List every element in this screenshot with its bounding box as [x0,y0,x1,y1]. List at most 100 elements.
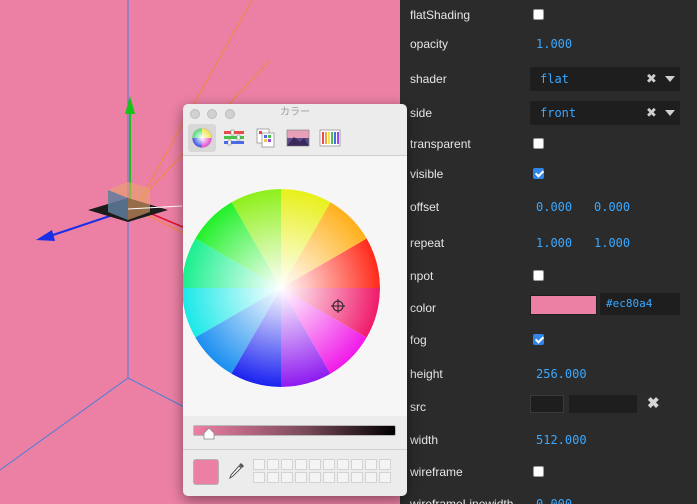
saved-swatch-slot[interactable] [281,472,293,483]
saved-swatch-slot[interactable] [379,472,391,483]
prop-row-height: height 256.000 [400,359,697,389]
color-picker-window: カラー [183,104,407,496]
saved-swatch-slot[interactable] [323,459,335,470]
visible-checkbox[interactable] [533,168,544,179]
saved-swatch-slot[interactable] [323,472,335,483]
prop-label-side: side [410,106,433,120]
color-swatch[interactable] [530,295,597,315]
color-sliders-mode-button[interactable] [220,124,248,152]
saved-swatch-slot[interactable] [365,459,377,470]
chevron-down-icon[interactable] [665,110,675,116]
prop-label-repeat: repeat [410,236,445,250]
side-selected-value: front [540,106,577,120]
saved-swatches-grid [253,459,391,483]
color-palettes-icon [256,128,275,148]
fog-checkbox[interactable] [533,334,544,345]
saved-swatch-slot[interactable] [309,459,321,470]
opacity-value-0[interactable]: 1.000 [536,29,572,59]
clear-icon[interactable]: ✖ [646,101,657,125]
flatShading-checkbox[interactable] [533,9,544,20]
src-preview[interactable] [530,395,564,413]
src-input[interactable] [569,395,637,413]
saved-swatch-slot[interactable] [337,472,349,483]
repeat-value-0[interactable]: 1.000 [536,228,572,258]
prop-row-wireframeLinewidth: wireframeLinewidth 0.000 [400,489,697,504]
prop-row-offset: offset 0.000 0.000 [400,192,697,222]
prop-label-height: height [410,367,443,381]
saved-swatch-slot[interactable] [365,472,377,483]
repeat-value-1[interactable]: 1.000 [594,228,630,258]
prop-label-wireframe: wireframe [410,465,463,479]
saved-swatch-slot[interactable] [295,472,307,483]
wireframe-checkbox[interactable] [533,466,544,477]
picker-mode-toolbar [183,121,407,156]
offset-value-0[interactable]: 0.000 [536,192,572,222]
crayons-icon [319,129,341,147]
picker-title: カラー [280,107,310,118]
picker-footer [183,449,407,496]
saved-swatch-slot[interactable] [295,459,307,470]
prop-row-fog: fog [400,325,697,355]
eyedropper-icon[interactable] [228,461,246,481]
chevron-down-icon[interactable] [665,76,675,82]
prop-label-opacity: opacity [410,37,449,51]
prop-label-shader: shader [410,72,447,86]
prop-row-color: color #ec80a4 [400,293,697,323]
prop-row-wireframe: wireframe [400,457,697,487]
shader-dropdown[interactable]: flat ✖ [530,67,680,91]
prop-row-repeat: repeat 1.000 1.000 [400,228,697,258]
bounds-edge [0,377,129,471]
inspector-panel: flatShading opacity 1.000 shader flat ✖ side fr… [400,0,697,504]
clear-icon[interactable]: ✖ [646,67,657,91]
bounds-edge [127,377,191,411]
saved-swatch-slot[interactable] [267,459,279,470]
clear-src-icon[interactable]: ✖ [647,392,660,416]
saved-swatch-slot[interactable] [267,472,279,483]
height-value-0[interactable]: 256.000 [536,359,587,389]
prop-row-side: side front ✖ [400,98,697,128]
prop-label-offset: offset [410,200,440,214]
width-value-0[interactable]: 512.000 [536,425,587,455]
color-palettes-mode-button[interactable] [252,124,280,152]
brightness-slider-thumb[interactable] [203,428,215,440]
saved-swatch-slot[interactable] [253,472,265,483]
crayons-mode-button[interactable] [316,124,344,152]
npot-checkbox[interactable] [533,270,544,281]
prop-label-transparent: transparent [410,137,471,151]
saved-swatch-slot[interactable] [281,459,293,470]
prop-label-npot: npot [410,269,434,283]
brightness-slider[interactable] [193,425,396,436]
saved-swatch-slot[interactable] [351,472,363,483]
side-dropdown[interactable]: front ✖ [530,101,680,125]
prop-row-opacity: opacity 1.000 [400,29,697,59]
y-axis-arrow [125,96,135,114]
prop-label-wireframeLinewidth: wireframeLinewidth [410,497,514,504]
prop-label-color: color [410,301,437,315]
prop-label-fog: fog [410,333,427,347]
prop-row-visible: visible [400,159,697,189]
saved-swatch-slot[interactable] [253,459,265,470]
offset-value-1[interactable]: 0.000 [594,192,630,222]
current-color-swatch[interactable] [193,459,219,485]
image-palettes-icon [286,129,310,147]
saved-swatch-slot[interactable] [379,459,391,470]
prop-row-npot: npot [400,261,697,291]
prop-row-shader: shader flat ✖ [400,64,697,94]
saved-swatch-slot[interactable] [309,472,321,483]
saved-swatch-slot[interactable] [351,459,363,470]
color-wheel-mode-button[interactable] [188,124,216,152]
color-wheel[interactable] [183,189,380,387]
saved-swatch-slot[interactable] [337,459,349,470]
color-sliders-icon [224,129,244,146]
image-palettes-mode-button[interactable] [284,124,312,152]
prop-label-visible: visible [410,167,444,181]
prop-row-transparent: transparent [400,129,697,159]
wireframeLinewidth-value-0[interactable]: 0.000 [536,489,572,504]
transparent-checkbox[interactable] [533,138,544,149]
prop-label-flatShading: flatShading [410,8,471,22]
color-hex-input[interactable]: #ec80a4 [600,293,680,315]
prop-label-src: src [410,400,426,414]
shader-selected-value: flat [540,72,569,86]
prop-label-width: width [410,433,439,447]
prop-row-src: src ✖ [400,392,697,422]
